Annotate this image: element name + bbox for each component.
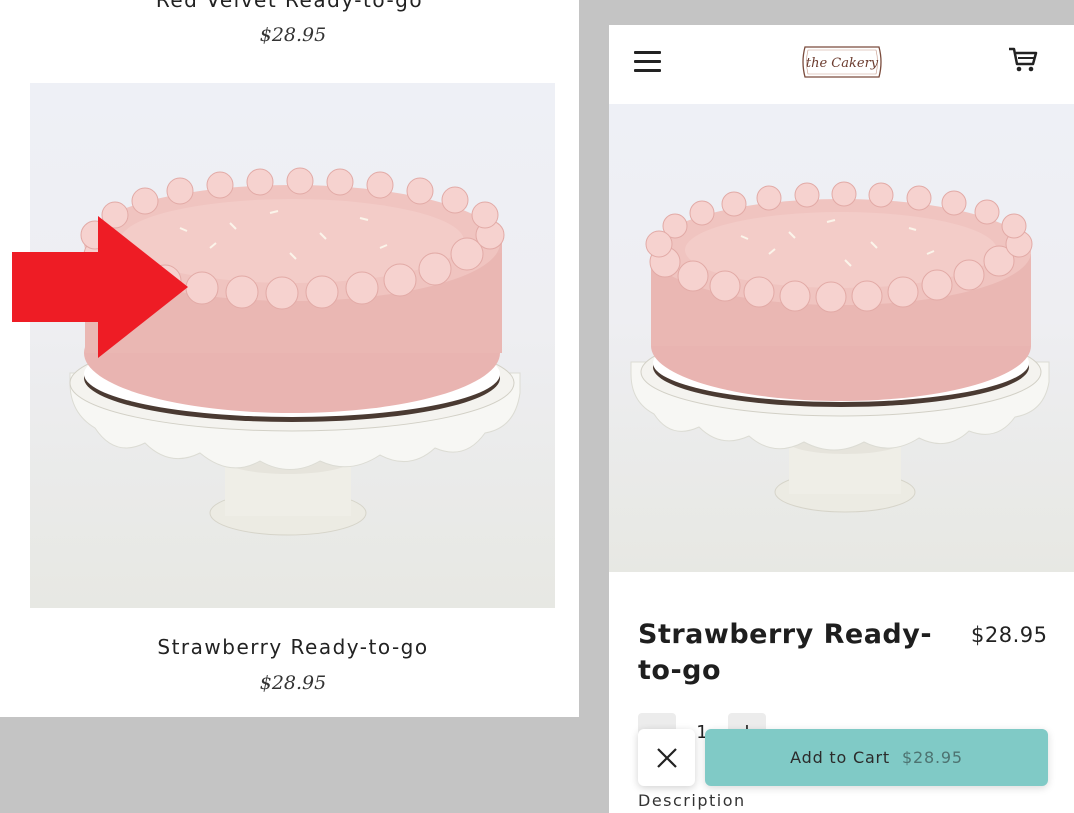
product-price: $28.95 [971,623,1048,647]
product-image-large[interactable] [609,104,1074,572]
add-to-cart-price: $28.95 [902,748,963,767]
shopping-cart-icon[interactable] [1007,43,1039,75]
logo-text: the Cakery [806,56,879,71]
prev-product-price: $28.95 [259,24,327,46]
red-arrow-icon [12,216,188,358]
prev-product-title[interactable]: Red Velvet Ready-to-go [0,0,579,12]
product-title[interactable]: Strawberry Ready-to-go [0,635,586,659]
product-title: Strawberry Ready-to-go [638,619,933,686]
hamburger-menu-icon[interactable] [634,51,661,72]
strawberry-cake-image [630,181,1050,513]
add-to-cart-button[interactable]: Add to Cart $28.95 [705,729,1048,786]
product-price: $28.95 [259,672,327,694]
description-label[interactable]: Description [638,791,746,810]
product-listing-panel: Red Velvet Ready-to-go $28.95 Strawberry… [0,0,579,717]
mobile-product-page: the Cakery Strawberry Ready-to-go $28.95… [609,25,1074,813]
add-to-cart-label: Add to Cart [790,748,891,767]
cakery-logo[interactable]: the Cakery [799,39,885,85]
close-icon [656,747,677,768]
close-button[interactable] [638,729,695,786]
mobile-header: the Cakery [609,25,1074,104]
